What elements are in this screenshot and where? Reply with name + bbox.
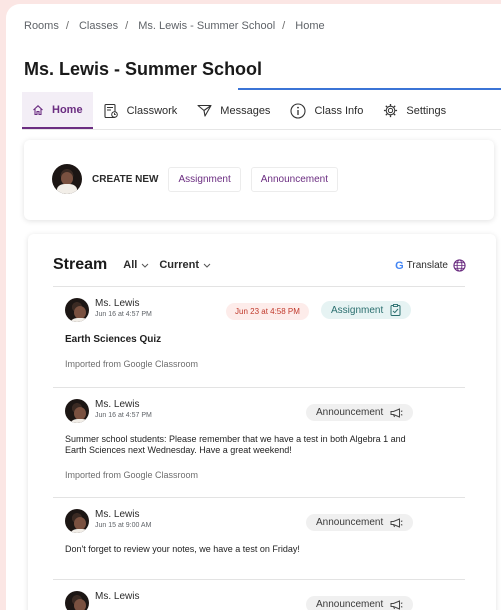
create-assignment-button[interactable]: Assignment	[168, 166, 241, 192]
filter-current-dropdown[interactable]: Current	[159, 259, 211, 271]
title-divider	[238, 88, 501, 90]
avatar	[65, 399, 89, 423]
assignment-tag: Assignment	[321, 301, 412, 319]
send-icon	[197, 104, 212, 117]
post-author: Ms. Lewis	[95, 591, 140, 602]
tab-class-info[interactable]: Class Info	[280, 92, 373, 129]
breadcrumb-rooms[interactable]: Rooms	[24, 20, 59, 32]
post-date: Jun 15 at 9:00 AM	[95, 522, 152, 529]
stream-title: Stream	[53, 256, 108, 273]
tab-class-info-label: Class Info	[314, 104, 364, 117]
divider	[53, 286, 465, 287]
post-title[interactable]: Earth Sciences Quiz	[65, 334, 445, 345]
divider	[53, 579, 465, 580]
tab-home-label: Home	[52, 103, 83, 116]
divider	[53, 387, 465, 388]
google-g-icon: G	[395, 259, 404, 272]
announcement-tag: Announcement	[306, 514, 414, 531]
megaphone-icon	[390, 407, 403, 418]
breadcrumb-class[interactable]: Ms. Lewis - Summer School	[138, 20, 275, 32]
globe-icon	[453, 259, 466, 272]
tab-settings[interactable]: Settings	[373, 92, 456, 129]
create-new-label: CREATE NEW	[92, 173, 159, 185]
info-icon	[290, 102, 306, 119]
due-date-badge: Jun 23 at 4:58 PM	[226, 303, 309, 320]
create-announcement-button[interactable]: Announcement	[250, 166, 339, 192]
post-author: Ms. Lewis	[95, 399, 140, 410]
classwork-icon	[104, 103, 118, 118]
avatar	[65, 509, 89, 533]
filter-current-label: Current	[159, 259, 200, 271]
filter-all-dropdown[interactable]: All	[123, 259, 149, 271]
post-date: Jun 16 at 4:57 PM	[95, 412, 152, 419]
megaphone-icon	[390, 599, 403, 610]
post-body: Don't forget to review your notes, we ha…	[65, 544, 300, 554]
stream-card: Stream All Current G Translate Ms. Lewis…	[28, 234, 496, 610]
page-title: Ms. Lewis - Summer School	[24, 59, 263, 79]
post-date: Jun 16 at 4:57 PM	[95, 311, 152, 318]
chevron-down-icon	[141, 263, 149, 268]
post-source: Imported from Google Classroom	[65, 470, 199, 480]
clipboard-check-icon	[390, 304, 401, 316]
assignment-tag-label: Assignment	[331, 304, 384, 316]
create-new-card: CREATE NEW Assignment Announcement	[24, 140, 494, 220]
tab-classwork-label: Classwork	[126, 104, 178, 117]
announcement-tag: Announcement	[306, 596, 414, 610]
tab-messages-label: Messages	[220, 104, 271, 117]
gear-icon	[384, 103, 398, 118]
announcement-tag-label: Announcement	[316, 599, 384, 610]
divider	[53, 497, 465, 498]
post-author: Ms. Lewis	[95, 298, 140, 309]
tab-home[interactable]: Home	[22, 92, 93, 129]
post-source: Imported from Google Classroom	[65, 359, 199, 369]
avatar	[65, 591, 89, 610]
tab-messages[interactable]: Messages	[187, 92, 280, 129]
tab-settings-label: Settings	[406, 104, 447, 117]
avatar	[52, 164, 82, 194]
translate-button[interactable]: G Translate	[395, 259, 466, 272]
announcement-tag: Announcement	[306, 404, 414, 421]
home-icon	[33, 104, 43, 115]
tab-classwork[interactable]: Classwork	[93, 92, 188, 129]
megaphone-icon	[390, 517, 403, 528]
breadcrumb: Rooms / Classes / Ms. Lewis - Summer Schoo…	[24, 20, 325, 32]
class-nav: Home Classwork Messages Class Info Setti…	[22, 92, 501, 130]
filter-all-label: All	[123, 259, 138, 271]
announcement-tag-label: Announcement	[316, 517, 384, 528]
announcement-tag-label: Announcement	[316, 407, 384, 418]
post-body: Summer school students: Please remember …	[65, 434, 406, 455]
chevron-down-icon	[203, 263, 211, 268]
post-author: Ms. Lewis	[95, 509, 140, 520]
translate-label: Translate	[406, 260, 448, 271]
breadcrumb-classes[interactable]: Classes	[79, 20, 118, 32]
avatar	[65, 298, 89, 322]
breadcrumb-current: Home	[295, 20, 325, 32]
